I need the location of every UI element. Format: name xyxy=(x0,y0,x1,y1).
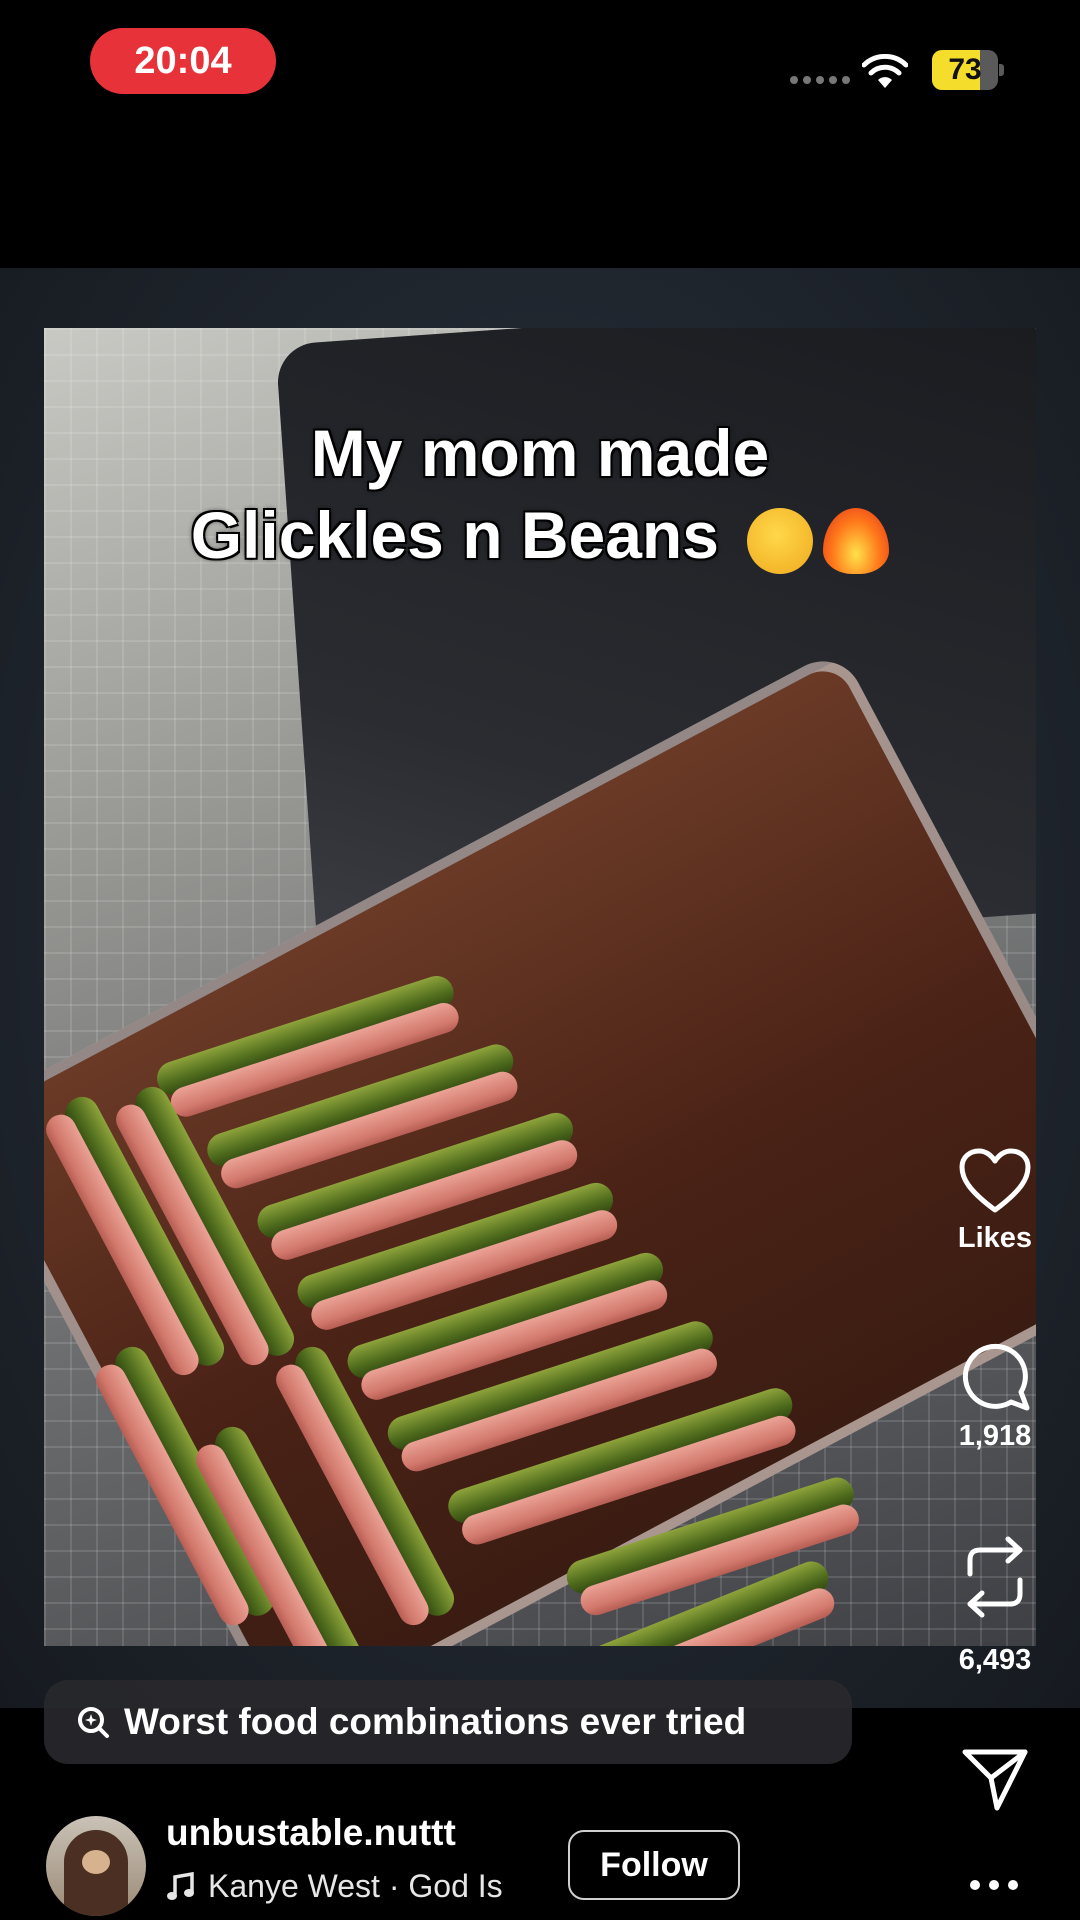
status-bar: 20:04 73 xyxy=(0,0,1080,140)
music-attribution[interactable]: Kanye West · God Is xyxy=(166,1868,503,1905)
likes-label: Likes xyxy=(957,1222,1033,1254)
status-time: 20:04 xyxy=(90,28,276,94)
battery-indicator: 73 xyxy=(932,50,1004,90)
repost-action[interactable]: 6,493 xyxy=(940,1536,1050,1677)
author-username[interactable]: unbustable.nuttt xyxy=(166,1812,456,1854)
search-sparkle-icon xyxy=(78,1707,109,1738)
share-action[interactable] xyxy=(940,1746,1050,1812)
music-label: Kanye West · God Is xyxy=(208,1868,503,1904)
heart-icon[interactable] xyxy=(958,1148,1032,1214)
post-caption-overlay: My mom made Glickles n Beans xyxy=(44,412,1036,576)
repost-icon[interactable] xyxy=(960,1536,1030,1618)
wifi-icon xyxy=(862,54,908,88)
like-action[interactable]: Likes xyxy=(940,1148,1050,1255)
send-icon[interactable] xyxy=(961,1746,1029,1812)
comments-count: 1,918 xyxy=(958,1420,1032,1452)
avatar[interactable] xyxy=(46,1816,146,1916)
related-search-chip[interactable]: Worst food combinations ever tried xyxy=(44,1680,852,1764)
follow-button[interactable]: Follow xyxy=(568,1830,740,1900)
reposts-count: 6,493 xyxy=(958,1644,1032,1676)
comment-action[interactable]: 1,918 xyxy=(940,1340,1050,1453)
comment-icon[interactable] xyxy=(959,1340,1031,1412)
cellular-signal-icon xyxy=(790,76,850,84)
battery-level: 73 xyxy=(948,53,982,86)
more-icon[interactable] xyxy=(958,1880,1030,1900)
fire-icon xyxy=(823,507,890,574)
caption-line-1: My mom made xyxy=(310,416,770,490)
music-note-icon xyxy=(167,1871,194,1900)
drooling-face-icon xyxy=(747,507,814,574)
caption-line-2: Glickles n Beans xyxy=(190,498,719,572)
related-search-label: Worst food combinations ever tried xyxy=(124,1701,747,1742)
